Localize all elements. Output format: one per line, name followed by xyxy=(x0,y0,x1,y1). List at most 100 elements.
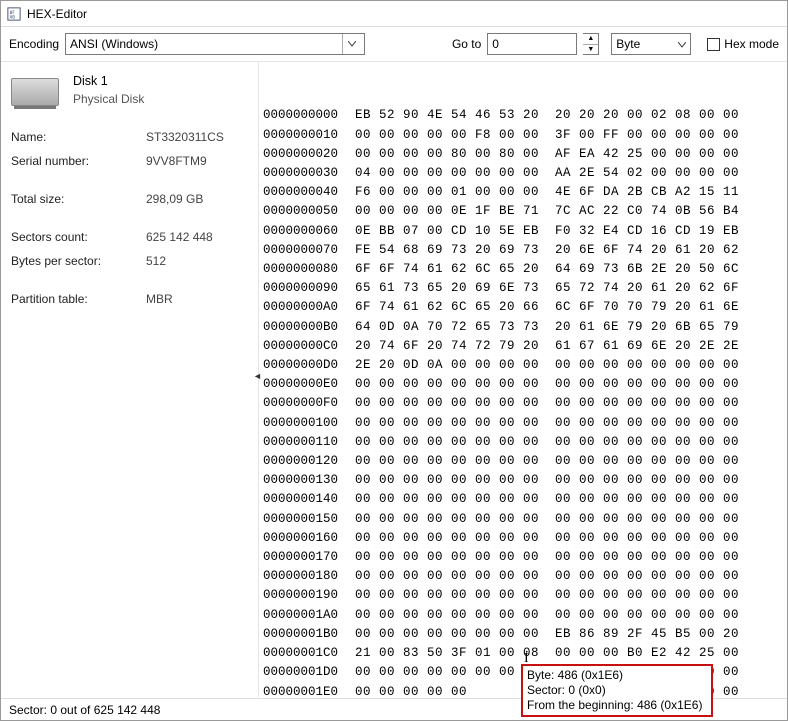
hex-bytes[interactable]: 2E 20 0D 0A 00 00 00 00 00 00 00 00 00 0… xyxy=(355,356,739,375)
hex-row[interactable]: 000000010000 00 00 00 00 00 00 00 00 00 … xyxy=(263,414,783,433)
hex-offset: 0000000000 xyxy=(263,106,355,125)
status-text: Sector: 0 out of 625 142 448 xyxy=(9,703,160,717)
hex-offset: 0000000010 xyxy=(263,126,355,145)
property-label: Partition table: xyxy=(11,292,146,306)
hex-bytes[interactable]: 00 00 00 00 00 00 00 00 00 00 00 00 00 0… xyxy=(355,375,739,394)
hex-bytes[interactable]: 00 00 00 00 00 00 00 00 00 00 00 00 00 0… xyxy=(355,606,739,625)
hex-mode-checkbox[interactable]: Hex mode xyxy=(707,37,779,51)
hex-row[interactable]: 000000003004 00 00 00 00 00 00 00 AA 2E … xyxy=(263,164,783,183)
sidebar: Disk 1 Physical Disk Name:ST3320311CSSer… xyxy=(1,62,259,697)
hex-bytes[interactable]: 20 74 6F 20 74 72 79 20 61 67 61 69 6E 2… xyxy=(355,337,739,356)
encoding-value: ANSI (Windows) xyxy=(70,37,158,51)
property-row: Serial number:9VV8FTM9 xyxy=(11,154,248,168)
property-label: Bytes per sector: xyxy=(11,254,146,268)
hex-bytes[interactable]: 6F 6F 74 61 62 6C 65 20 64 69 73 6B 2E 2… xyxy=(355,260,739,279)
hex-view[interactable]: 0000000000EB 52 90 4E 54 46 53 20 20 20 … xyxy=(259,62,787,697)
hex-row[interactable]: 00000000C020 74 6F 20 74 72 79 20 61 67 … xyxy=(263,337,783,356)
hex-row[interactable]: 000000013000 00 00 00 00 00 00 00 00 00 … xyxy=(263,471,783,490)
hex-row[interactable]: 000000011000 00 00 00 00 00 00 00 00 00 … xyxy=(263,433,783,452)
hex-row[interactable]: 000000012000 00 00 00 00 00 00 00 00 00 … xyxy=(263,452,783,471)
hex-row[interactable]: 0000000000EB 52 90 4E 54 46 53 20 20 20 … xyxy=(263,106,783,125)
hex-bytes[interactable]: 00 00 00 00 00 00 00 00 00 00 00 00 00 0… xyxy=(355,548,739,567)
hex-offset: 00000001C0 xyxy=(263,644,355,663)
hex-bytes[interactable]: EB 52 90 4E 54 46 53 20 20 20 20 00 02 0… xyxy=(355,106,739,125)
hex-bytes[interactable]: 21 00 83 50 3F 01 00 08 00 00 00 B0 E2 4… xyxy=(355,644,739,663)
hex-row[interactable]: 00000001B000 00 00 00 00 00 00 00 EB 86 … xyxy=(263,625,783,644)
hex-row[interactable]: 00000000806F 6F 74 61 62 6C 65 20 64 69 … xyxy=(263,260,783,279)
hex-bytes[interactable]: 00 00 00 00 00 00 00 00 00 00 00 00 00 0… xyxy=(355,452,739,471)
hex-offset: 0000000170 xyxy=(263,548,355,567)
hex-offset: 00000001B0 xyxy=(263,625,355,644)
hex-row[interactable]: 00000000F000 00 00 00 00 00 00 00 00 00 … xyxy=(263,394,783,413)
hex-bytes[interactable]: 00 00 00 00 00 F8 00 00 3F 00 FF 00 00 0… xyxy=(355,126,739,145)
hex-bytes[interactable]: 00 00 00 00 80 00 80 00 AF EA 42 25 00 0… xyxy=(355,145,739,164)
hex-row[interactable]: 000000001000 00 00 00 00 F8 00 00 3F 00 … xyxy=(263,126,783,145)
hex-offset: 0000000100 xyxy=(263,414,355,433)
hex-row[interactable]: 000000002000 00 00 00 80 00 80 00 AF EA … xyxy=(263,145,783,164)
hex-bytes[interactable]: FE 54 68 69 73 20 69 73 20 6E 6F 74 20 6… xyxy=(355,241,739,260)
hex-offset: 0000000110 xyxy=(263,433,355,452)
property-label: Name: xyxy=(11,130,146,144)
hex-row[interactable]: 00000001A000 00 00 00 00 00 00 00 00 00 … xyxy=(263,606,783,625)
hex-row[interactable]: 00000000E000 00 00 00 00 00 00 00 00 00 … xyxy=(263,375,783,394)
hex-offset: 0000000040 xyxy=(263,183,355,202)
hex-offset: 00000000A0 xyxy=(263,298,355,317)
hex-offset: 00000000F0 xyxy=(263,394,355,413)
hex-offset: 00000001E0 xyxy=(263,683,355,698)
hex-bytes[interactable]: 64 0D 0A 70 72 65 73 73 20 61 6E 79 20 6… xyxy=(355,318,739,337)
hex-bytes[interactable]: 00 00 00 00 00 00 00 00 00 00 00 00 00 0… xyxy=(355,490,739,509)
hex-bytes[interactable]: 00 00 00 00 00 00 00 00 00 00 00 00 00 0… xyxy=(355,567,739,586)
goto-input[interactable]: 0 xyxy=(487,33,577,55)
hex-bytes[interactable]: 04 00 00 00 00 00 00 00 AA 2E 54 02 00 0… xyxy=(355,164,739,183)
goto-spinner[interactable]: ▲ ▼ xyxy=(583,33,599,55)
hex-row[interactable]: 0000000040F6 00 00 00 01 00 00 00 4E 6F … xyxy=(263,183,783,202)
hex-bytes[interactable]: 6F 74 61 62 6C 65 20 66 6C 6F 70 70 79 2… xyxy=(355,298,739,317)
disk-icon xyxy=(11,78,59,106)
hex-bytes[interactable]: 00 00 00 00 00 00 00 00 00 00 00 00 00 0… xyxy=(355,394,739,413)
goto-label: Go to xyxy=(452,37,481,51)
chevron-down-icon xyxy=(678,37,686,51)
hex-row[interactable]: 00000001C021 00 83 50 3F 01 00 08 00 00 … xyxy=(263,644,783,663)
expand-arrow-icon[interactable]: ◄ xyxy=(253,371,262,381)
hex-bytes[interactable]: F6 00 00 00 01 00 00 00 4E 6F DA 2B CB A… xyxy=(355,183,739,202)
hex-bytes[interactable]: 00 00 00 00 00 00 00 00 00 00 00 00 00 0… xyxy=(355,433,739,452)
hex-bytes[interactable]: 00 00 00 00 00 00 00 00 00 00 00 00 00 0… xyxy=(355,471,739,490)
hex-row[interactable]: 000000019000 00 00 00 00 00 00 00 00 00 … xyxy=(263,586,783,605)
hex-row[interactable]: 00000000600E BB 07 00 CD 10 5E EB F0 32 … xyxy=(263,222,783,241)
spinner-up-icon[interactable]: ▲ xyxy=(583,34,598,45)
encoding-select[interactable]: ANSI (Windows) xyxy=(65,33,365,55)
hex-offset: 0000000030 xyxy=(263,164,355,183)
hex-bytes[interactable]: 65 61 73 65 20 69 6E 73 65 72 74 20 61 2… xyxy=(355,279,739,298)
encoding-label: Encoding xyxy=(9,37,59,51)
hex-bytes[interactable]: 00 00 00 00 0E 1F BE 71 7C AC 22 C0 74 0… xyxy=(355,202,739,221)
position-tooltip: Byte: 486 (0x1E6) Sector: 0 (0x0) From t… xyxy=(521,664,713,717)
hex-row[interactable]: 000000009065 61 73 65 20 69 6E 73 65 72 … xyxy=(263,279,783,298)
checkbox-icon xyxy=(707,38,720,51)
hex-offset: 0000000080 xyxy=(263,260,355,279)
hex-row[interactable]: 000000005000 00 00 00 0E 1F BE 71 7C AC … xyxy=(263,202,783,221)
hex-row[interactable]: 000000018000 00 00 00 00 00 00 00 00 00 … xyxy=(263,567,783,586)
hex-row[interactable]: 000000016000 00 00 00 00 00 00 00 00 00 … xyxy=(263,529,783,548)
property-value: 625 142 448 xyxy=(146,230,213,244)
hex-bytes[interactable]: 0E BB 07 00 CD 10 5E EB F0 32 E4 CD 16 C… xyxy=(355,222,739,241)
hex-bytes[interactable]: 00 00 00 00 00 00 00 00 00 00 00 00 00 0… xyxy=(355,414,739,433)
window-title: HEX-Editor xyxy=(27,7,87,21)
hex-bytes[interactable]: 00 00 00 00 00 00 00 00 EB 86 89 2F 45 B… xyxy=(355,625,739,644)
hex-bytes[interactable]: 00 00 00 00 00 00 00 00 00 00 00 00 00 0… xyxy=(355,510,739,529)
tooltip-byte: Byte: 486 (0x1E6) xyxy=(527,668,707,683)
hex-row[interactable]: 000000014000 00 00 00 00 00 00 00 00 00 … xyxy=(263,490,783,509)
hex-offset: 00000001D0 xyxy=(263,663,355,682)
hex-row[interactable]: 0000000070FE 54 68 69 73 20 69 73 20 6E … xyxy=(263,241,783,260)
hex-row[interactable]: 000000017000 00 00 00 00 00 00 00 00 00 … xyxy=(263,548,783,567)
hex-row[interactable]: 00000000A06F 74 61 62 6C 65 20 66 6C 6F … xyxy=(263,298,783,317)
property-row: Name:ST3320311CS xyxy=(11,130,248,144)
hex-bytes[interactable]: 00 00 00 00 00 00 00 00 00 00 00 00 00 0… xyxy=(355,586,739,605)
hex-bytes[interactable]: 00 00 00 00 00 00 00 00 00 00 00 00 00 0… xyxy=(355,529,739,548)
hex-row[interactable]: 000000015000 00 00 00 00 00 00 00 00 00 … xyxy=(263,510,783,529)
hex-row[interactable]: 00000000B064 0D 0A 70 72 65 73 73 20 61 … xyxy=(263,318,783,337)
spinner-down-icon[interactable]: ▼ xyxy=(583,45,598,55)
hex-row[interactable]: 00000000D02E 20 0D 0A 00 00 00 00 00 00 … xyxy=(263,356,783,375)
hex-offset: 0000000090 xyxy=(263,279,355,298)
unit-select[interactable]: Byte xyxy=(611,33,691,55)
property-label: Total size: xyxy=(11,192,146,206)
